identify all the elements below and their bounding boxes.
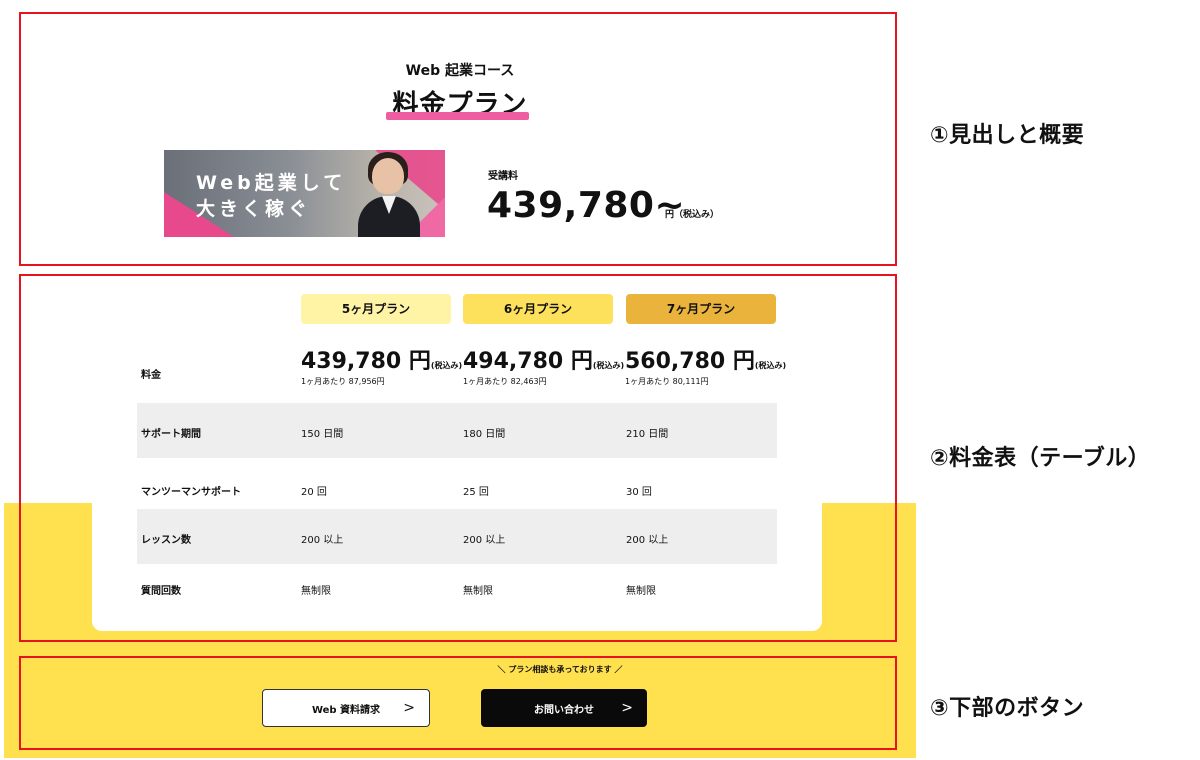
annotation-label-heading: ①見出しと概要 <box>930 123 1085 148</box>
annotation-box-buttons <box>19 656 897 750</box>
annotation-box-table <box>19 274 897 642</box>
annotation-label-table: ②料金表（テーブル） <box>930 446 1151 471</box>
annotation-box-heading <box>19 12 897 266</box>
annotation-label-buttons: ③下部のボタン <box>930 696 1085 721</box>
